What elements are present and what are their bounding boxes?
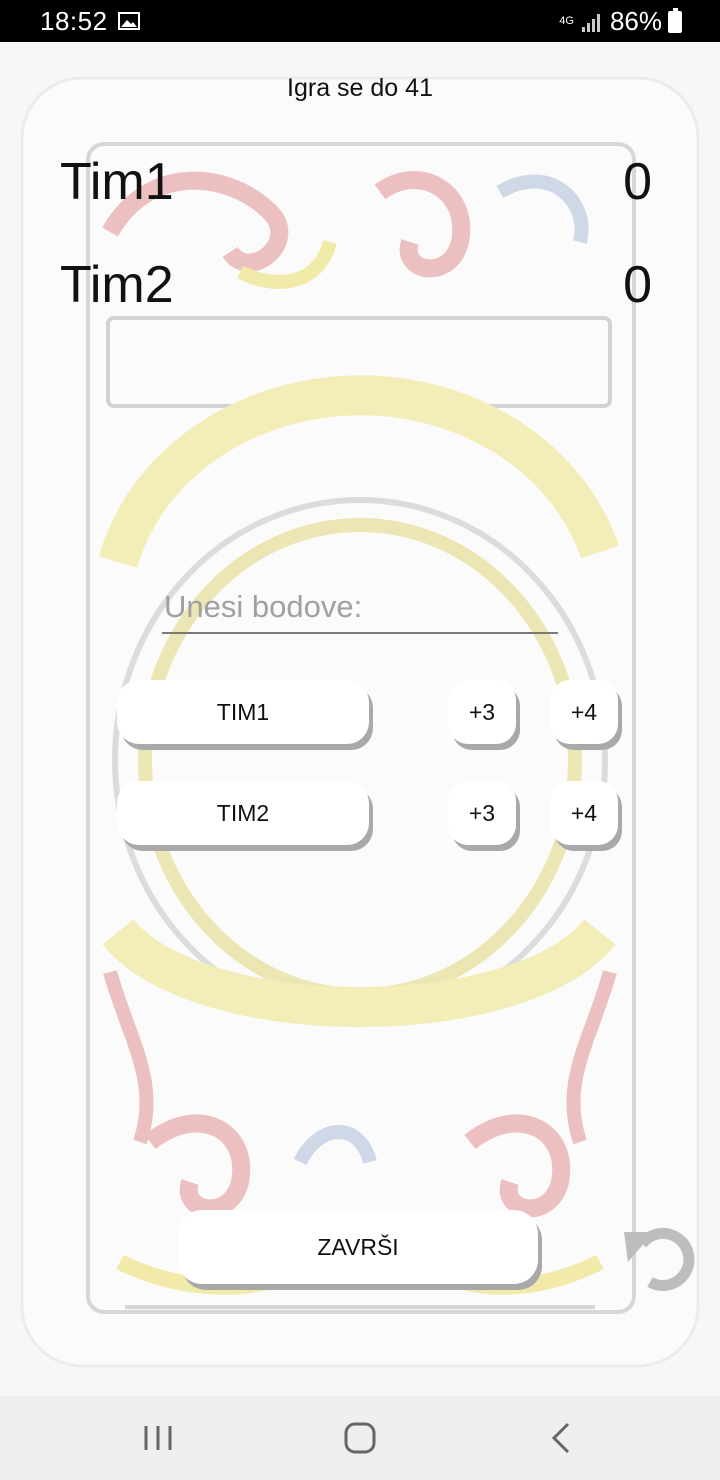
team-1-add-button[interactable]: TIM1 [117,680,369,744]
team-2-name: Tim2 [60,256,174,314]
team-1-name: Tim1 [60,153,174,211]
navigation-bar [0,1396,720,1480]
home-icon[interactable] [340,1418,380,1458]
battery-percent: 86% [609,6,662,36]
team-row-2: Tim2 0 [60,255,652,325]
status-time: 18:52 [40,6,108,36]
recent-apps-icon[interactable] [138,1418,178,1458]
team-2-score: 0 [623,256,652,314]
game-target-title: Igra se do 41 [287,74,433,102]
battery-icon [668,7,682,33]
undo-icon[interactable] [620,1218,698,1296]
team-2-add-button[interactable]: TIM2 [117,781,369,845]
signal-icon [581,12,600,32]
network-type: 4G [559,15,574,27]
team-2-plus4-button[interactable]: +4 [550,781,618,845]
points-input[interactable] [162,582,558,634]
finish-button[interactable]: ZAVRŠI [178,1210,538,1284]
team-1-plus4-button[interactable]: +4 [550,680,618,744]
image-icon [118,12,140,30]
team-2-plus3-button[interactable]: +3 [448,781,516,845]
team-1-score: 0 [623,153,652,211]
status-bar: 18:52 4G 86% [0,0,720,42]
status-right: 4G 86% [559,6,682,37]
back-icon[interactable] [542,1418,582,1458]
team-row-1: Tim1 0 [60,152,652,222]
team-1-plus3-button[interactable]: +3 [448,680,516,744]
